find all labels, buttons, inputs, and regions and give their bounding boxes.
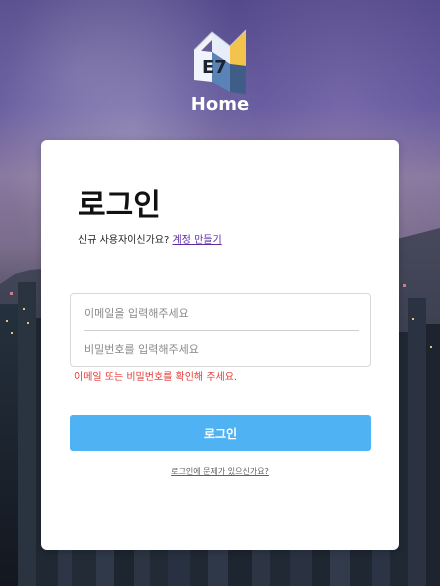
email-field[interactable]: [84, 300, 359, 326]
credentials-group: [70, 293, 371, 367]
login-card: 로그인 신규 사용자이신가요? 계정 만들기 이메일 또는 비밀번호를 확인해 …: [41, 140, 399, 550]
signup-row: 신규 사용자이신가요? 계정 만들기: [78, 234, 222, 248]
login-error-message: 이메일 또는 비밀번호를 확인해 주세요.: [74, 372, 238, 383]
input-divider: [84, 330, 359, 331]
signup-prompt: 신규 사용자이신가요?: [78, 235, 170, 246]
login-screen: E7 Home 로그인 신규 사용자이신가요? 계정 만들기 이메일 또는 비밀…: [0, 0, 440, 586]
brand-name: Home: [191, 94, 249, 112]
password-field[interactable]: [84, 336, 359, 362]
create-account-link[interactable]: 계정 만들기: [172, 235, 221, 246]
logo-mark-text: E7: [202, 57, 227, 78]
login-button[interactable]: 로그인: [70, 415, 371, 451]
e7-home-logo: E7 Home: [191, 29, 249, 112]
login-help-link[interactable]: 로그인에 문제가 있으신가요?: [41, 466, 399, 478]
page-title: 로그인: [78, 188, 161, 223]
